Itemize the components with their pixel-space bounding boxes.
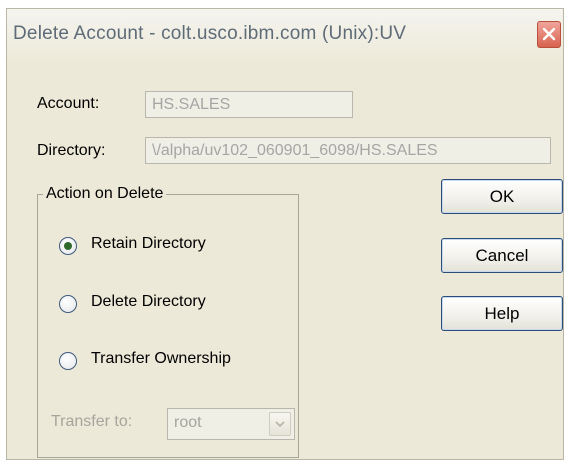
transfer-ownership-label: Transfer Ownership [91, 350, 231, 367]
chevron-down-icon [275, 421, 285, 427]
help-button[interactable]: Help [441, 296, 563, 331]
transfer-to-label: Transfer to: [51, 413, 133, 430]
retain-directory-label: Retain Directory [91, 235, 206, 252]
radio-button[interactable] [59, 352, 77, 370]
close-button[interactable] [537, 21, 561, 48]
radio-button[interactable] [59, 295, 77, 313]
account-label: Account: [37, 95, 100, 112]
directory-label: Directory: [37, 142, 106, 159]
close-icon [542, 27, 556, 41]
ok-button[interactable]: OK [441, 179, 563, 214]
dropdown-arrow-button[interactable] [269, 412, 291, 436]
title-bar: Delete Account - colt.usco.ibm.com (Unix… [7, 9, 563, 65]
cancel-button[interactable]: Cancel [441, 238, 563, 273]
directory-field[interactable]: \/alpha/uv102_060901_6098/HS.SALES [145, 137, 551, 164]
transfer-to-value: root [174, 414, 202, 431]
radio-selected-dot [64, 242, 72, 250]
delete-directory-label: Delete Directory [91, 293, 206, 310]
radio-button[interactable] [59, 237, 77, 255]
action-group-legend: Action on Delete [43, 185, 167, 203]
delete-account-dialog: Delete Account - colt.usco.ibm.com (Unix… [6, 8, 564, 460]
transfer-to-dropdown[interactable]: root [167, 408, 295, 440]
account-field[interactable]: HS.SALES [145, 91, 353, 118]
window-title: Delete Account - colt.usco.ibm.com (Unix… [13, 23, 407, 44]
